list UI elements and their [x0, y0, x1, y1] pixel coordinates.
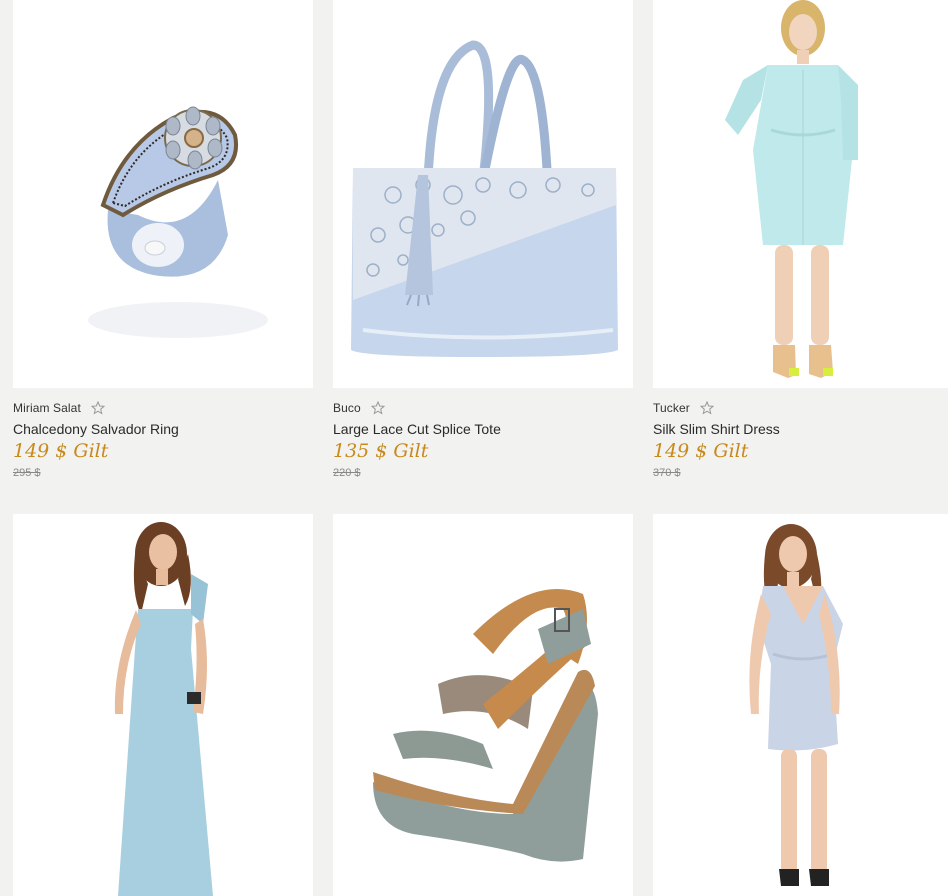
product-grid: Miriam Salat Chalcedony Salvador Ring 14…	[0, 0, 948, 896]
product-info: Miriam Salat Chalcedony Salvador Ring 14…	[13, 388, 313, 514]
star-favorite-icon[interactable]	[370, 401, 385, 415]
brand-row: Miriam Salat	[13, 400, 105, 416]
product-card-maxi-dress[interactable]	[13, 514, 313, 896]
product-brand[interactable]: Miriam Salat	[13, 401, 81, 415]
product-image-draped-dress[interactable]	[653, 514, 948, 896]
product-name[interactable]: Silk Slim Shirt Dress	[653, 421, 780, 437]
draped-dress-image	[749, 524, 843, 886]
original-price: 295 $	[13, 467, 41, 479]
sale-price: 149 $ Gilt	[13, 440, 109, 462]
product-card-tote[interactable]: Buco Large Lace Cut Splice Tote 135 $ Gi…	[333, 0, 633, 514]
brand-row: Buco	[333, 400, 385, 416]
brand-row: Tucker	[653, 400, 714, 416]
tote-bag-image	[351, 40, 618, 357]
wedge-sandal-image	[373, 589, 598, 862]
product-image-shirt-dress[interactable]	[653, 0, 948, 388]
product-card-draped-dress[interactable]	[653, 514, 948, 896]
product-name[interactable]: Large Lace Cut Splice Tote	[333, 421, 501, 437]
product-image-tote[interactable]	[333, 0, 633, 388]
product-brand[interactable]: Tucker	[653, 401, 690, 415]
product-name[interactable]: Chalcedony Salvador Ring	[13, 421, 179, 437]
original-price: 220 $	[333, 467, 361, 479]
shirt-dress-image	[725, 0, 858, 378]
product-image-maxi-dress[interactable]	[13, 514, 313, 896]
original-price: 370 $	[653, 467, 681, 479]
product-card-wedge-sandal[interactable]	[333, 514, 633, 896]
product-image-ring[interactable]	[13, 0, 313, 388]
product-info: Tucker Silk Slim Shirt Dress 149 $ Gilt …	[653, 388, 948, 514]
product-brand[interactable]: Buco	[333, 401, 361, 415]
star-favorite-icon[interactable]	[699, 401, 714, 415]
product-image-wedge-sandal[interactable]	[333, 514, 633, 896]
ring-image	[88, 106, 268, 338]
product-card-shirt-dress[interactable]: Tucker Silk Slim Shirt Dress 149 $ Gilt …	[653, 0, 948, 514]
star-favorite-icon[interactable]	[90, 401, 105, 415]
maxi-dress-image	[114, 522, 213, 896]
sale-price: 135 $ Gilt	[333, 440, 429, 462]
sale-price: 149 $ Gilt	[653, 440, 749, 462]
product-info: Buco Large Lace Cut Splice Tote 135 $ Gi…	[333, 388, 633, 514]
product-card-ring[interactable]: Miriam Salat Chalcedony Salvador Ring 14…	[13, 0, 313, 514]
